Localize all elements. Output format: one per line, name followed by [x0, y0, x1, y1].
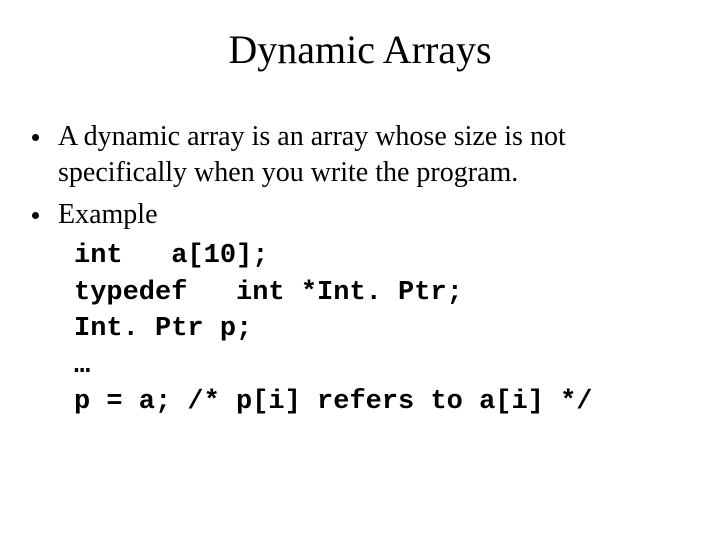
- bullet-icon: [32, 134, 39, 141]
- slide-content: A dynamic array is an array whose size i…: [30, 119, 690, 421]
- bullet-list: A dynamic array is an array whose size i…: [30, 119, 690, 232]
- slide: Dynamic Arrays A dynamic array is an arr…: [0, 0, 720, 540]
- code-block: int a[10]; typedef int *Int. Ptr; Int. P…: [74, 238, 690, 420]
- bullet-item: A dynamic array is an array whose size i…: [30, 119, 690, 191]
- bullet-text: A dynamic array is an array whose size i…: [58, 121, 566, 188]
- bullet-text: Example: [58, 199, 158, 230]
- bullet-item: Example: [30, 197, 690, 233]
- slide-title: Dynamic Arrays: [30, 26, 690, 73]
- bullet-icon: [32, 212, 39, 219]
